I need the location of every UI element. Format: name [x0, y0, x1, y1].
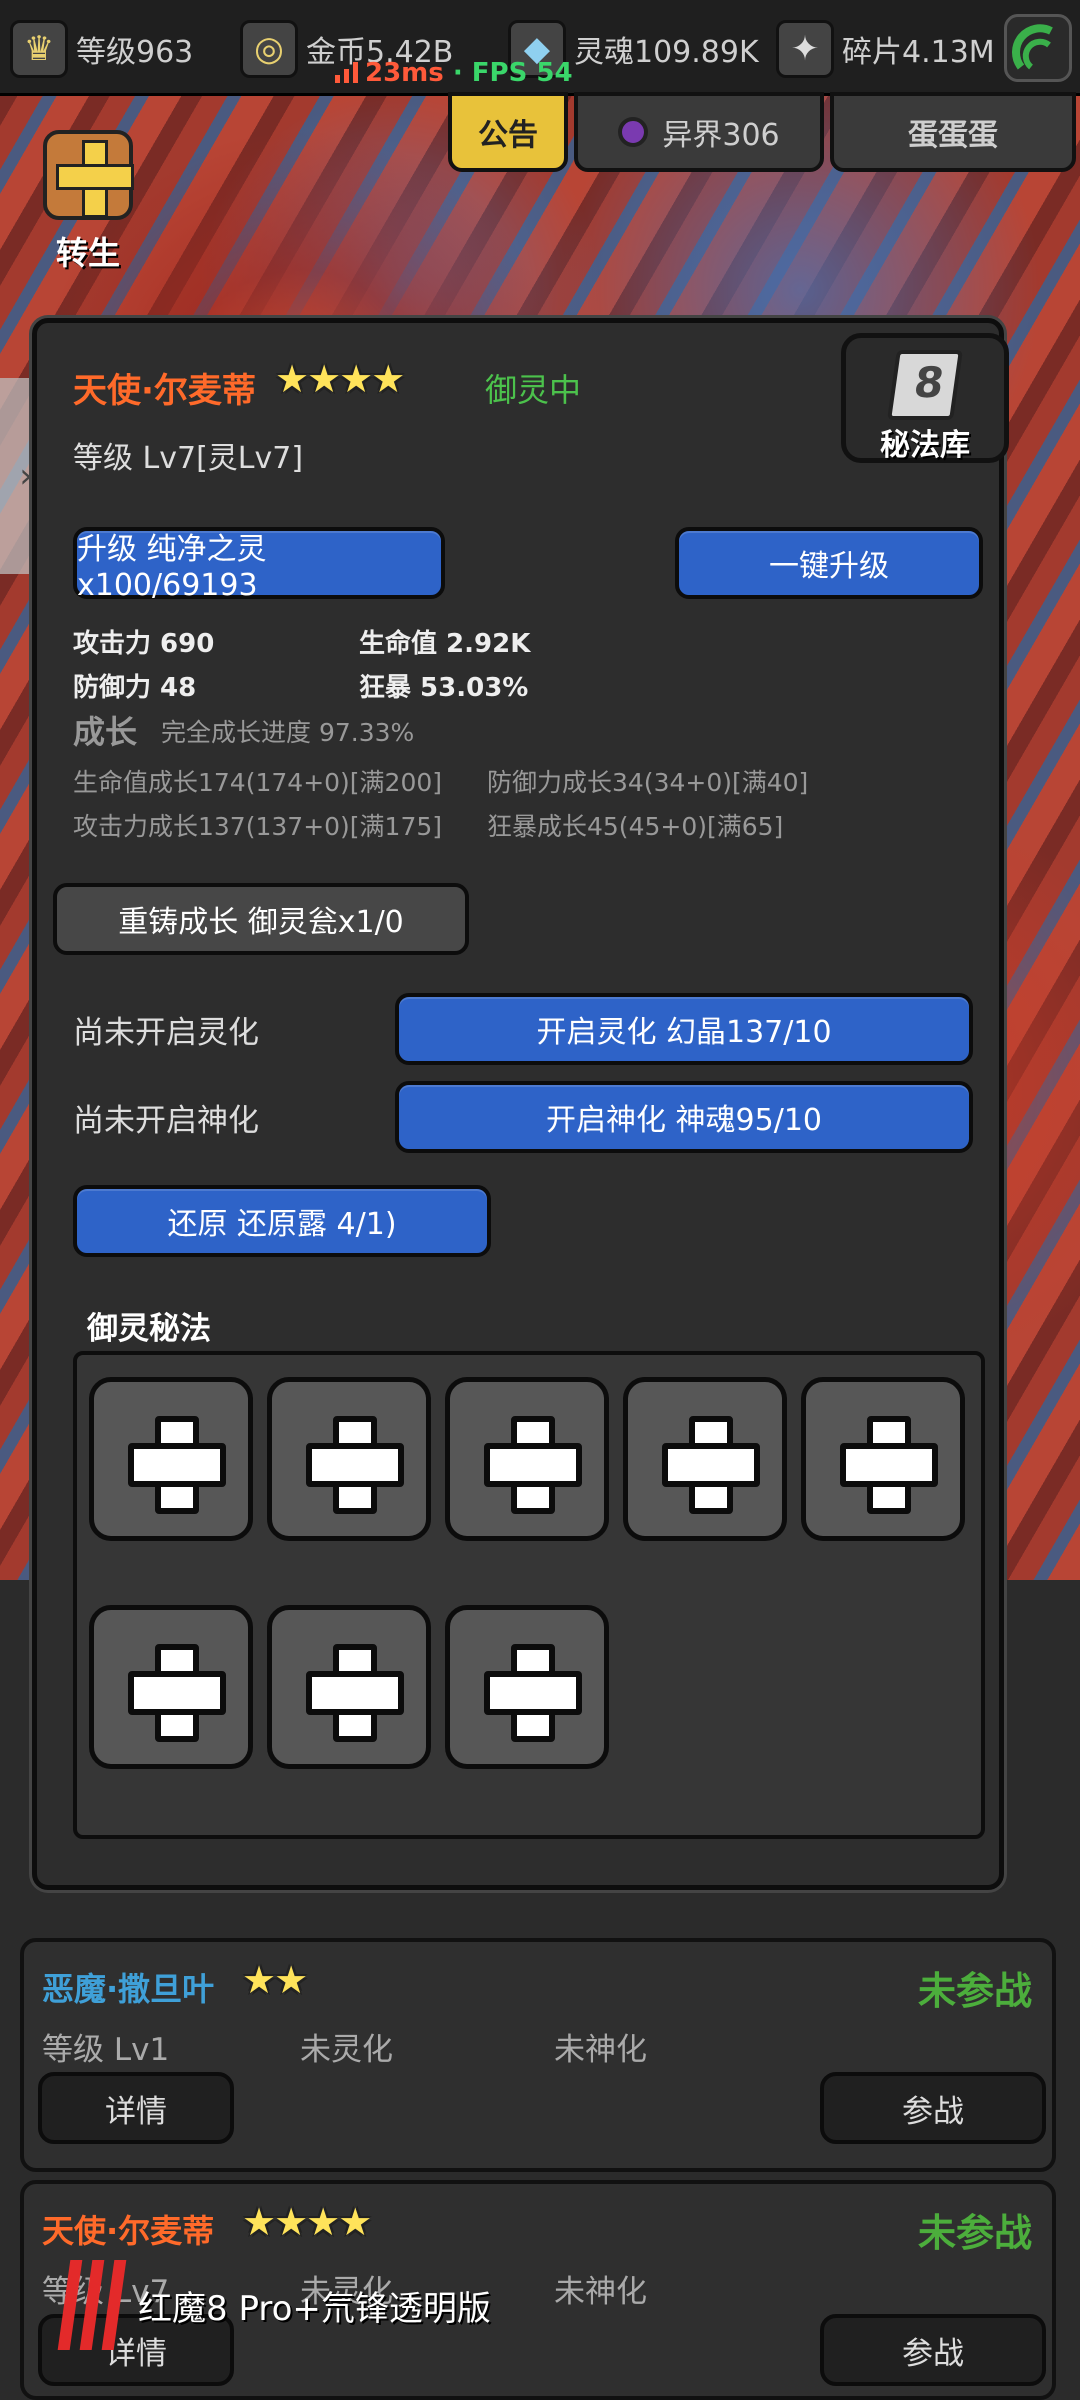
- rebirth-button[interactable]: 转生: [38, 130, 138, 272]
- shard-resource: ✦ 碎片4.13M: [776, 14, 995, 84]
- shard-value: 碎片4.13M: [842, 35, 995, 70]
- star-icon: ★: [274, 1958, 309, 2002]
- tab-egg[interactable]: 蛋蛋蛋: [830, 92, 1076, 172]
- resource-bar: ♛ 等级963 ◎ 金币5.42B ◆ 灵魂109.89K ✦ 碎片4.13M …: [0, 0, 1080, 96]
- rebirth-label: 转生: [55, 234, 120, 272]
- plus-icon: [124, 1412, 226, 1514]
- star-icon: ★: [275, 357, 310, 401]
- card-battle-state: 未参战: [917, 2211, 1032, 2255]
- card-divine-state: 未神化: [554, 2032, 647, 2068]
- coin-icon: ◎: [240, 20, 298, 78]
- spirit-status-label: 尚未开启灵化: [73, 1015, 259, 1051]
- star-icon: ★: [242, 1958, 277, 2002]
- card-join-button[interactable]: 参战: [820, 2072, 1046, 2144]
- hero-detail-panel: 天使·尔麦蒂 ★★★★ 御灵中 秘法库 等级 Lv7[灵Lv7] 升级 纯净之灵…: [32, 318, 1009, 1890]
- star-icon: ★: [307, 357, 342, 401]
- performance-readout: 23ms · FPS 54: [335, 58, 573, 88]
- star-icon: ★: [274, 2200, 309, 2244]
- fps-separator: ·: [452, 58, 463, 88]
- star-icon: ★: [242, 2200, 277, 2244]
- star-icon: ★: [371, 357, 406, 401]
- hero-card: 恶魔·撒旦叶 ★ ★ 未参战 等级 Lv1 未灵化 未神化 详情 参战: [20, 1938, 1056, 2172]
- plus-icon: [480, 1412, 582, 1514]
- stat-defense: 防御力 48: [73, 673, 197, 703]
- plus-icon: [302, 1640, 404, 1742]
- secret-arts-grid: [73, 1351, 985, 1839]
- hero-name: 天使·尔麦蒂: [73, 371, 256, 411]
- stat-hp: 生命值 2.92K: [359, 629, 531, 659]
- card-star-rating: ★ ★ ★ ★: [242, 2200, 373, 2244]
- secret-art-slot[interactable]: [623, 1377, 787, 1541]
- star-icon: ★: [306, 2200, 341, 2244]
- red-magic-logo-icon: [57, 2260, 127, 2350]
- card-divine-state: 未神化: [554, 2274, 647, 2310]
- level-value: 等级963: [76, 35, 194, 70]
- secret-art-slot[interactable]: [445, 1377, 609, 1541]
- otherworld-label: 异界306: [662, 118, 780, 153]
- plus-icon: [658, 1412, 760, 1514]
- secret-art-slot[interactable]: [445, 1605, 609, 1769]
- card-battle-state: 未参战: [917, 1969, 1032, 2013]
- fps-value: FPS 54: [471, 58, 573, 88]
- secret-library-label: 秘法库: [880, 428, 970, 463]
- secret-art-slot[interactable]: [801, 1377, 965, 1541]
- secret-library-button[interactable]: 秘法库: [841, 333, 1009, 463]
- card-hero-name: 天使·尔麦蒂: [42, 2212, 215, 2250]
- shard-icon: ✦: [776, 20, 834, 78]
- secret-art-slot[interactable]: [89, 1377, 253, 1541]
- star-icon: ★: [338, 2200, 373, 2244]
- card-spirit-state: 未灵化: [300, 2032, 393, 2068]
- watermark-text: 红魔8 Pro+氘锋透明版: [138, 2288, 491, 2329]
- hp-growth: 生命值成长174(174+0)[满200]: [73, 768, 443, 797]
- divine-status-label: 尚未开启神化: [73, 1103, 259, 1139]
- card-level: 等级 Lv1: [42, 2032, 170, 2068]
- one-key-upgrade-button[interactable]: 一键升级: [675, 527, 983, 599]
- book-icon: [887, 350, 963, 420]
- signal-icon: [335, 62, 358, 83]
- latency-value: 23ms: [365, 58, 444, 88]
- card-star-rating: ★ ★: [242, 1958, 309, 2002]
- def-growth: 防御力成长34(34+0)[满40]: [487, 768, 809, 797]
- secret-art-slot[interactable]: [267, 1377, 431, 1541]
- vortex-icon: [618, 117, 649, 147]
- crown-icon: ♛: [10, 20, 68, 78]
- atk-growth: 攻击力成长137(137+0)[满175]: [73, 812, 443, 841]
- card-join-button[interactable]: 参战: [820, 2314, 1046, 2386]
- plus-icon: [124, 1640, 226, 1742]
- reforge-growth-button[interactable]: 重铸成长 御灵瓮x1/0: [53, 883, 469, 955]
- hero-level: 等级 Lv7[灵Lv7]: [73, 441, 304, 476]
- tab-notice[interactable]: 公告: [448, 92, 568, 172]
- stat-attack: 攻击力 690: [73, 629, 215, 659]
- device-watermark: 红魔8 Pro+氘锋透明版: [57, 2260, 491, 2350]
- hero-status: 御灵中: [485, 371, 582, 409]
- plus-icon: [836, 1412, 938, 1514]
- gauge-menu-button[interactable]: [1004, 14, 1072, 82]
- card-hero-name: 恶魔·撒旦叶: [42, 1970, 215, 2008]
- star-icon: ★: [339, 357, 374, 401]
- crit-growth: 狂暴成长45(45+0)[满65]: [487, 812, 784, 841]
- secret-arts-title: 御灵秘法: [87, 1311, 211, 1347]
- hero-star-rating: ★ ★ ★ ★: [275, 357, 406, 401]
- growth-title: 成长: [73, 713, 138, 751]
- card-detail-button[interactable]: 详情: [38, 2072, 234, 2144]
- cross-icon: [43, 130, 134, 220]
- secret-art-slot[interactable]: [267, 1605, 431, 1769]
- growth-progress: 完全成长进度 97.33%: [161, 718, 415, 747]
- restore-button[interactable]: 还原 还原露 4/1): [73, 1185, 491, 1257]
- unlock-spirit-button[interactable]: 开启灵化 幻晶137/10: [395, 993, 973, 1065]
- plus-icon: [302, 1412, 404, 1514]
- unlock-divine-button[interactable]: 开启神化 神魂95/10: [395, 1081, 973, 1153]
- soul-value: 灵魂109.89K: [574, 35, 759, 70]
- tab-otherworld[interactable]: 异界306: [574, 92, 824, 172]
- stat-crit: 狂暴 53.03%: [359, 673, 529, 703]
- secret-art-slot[interactable]: [89, 1605, 253, 1769]
- level-resource: ♛ 等级963: [10, 14, 193, 84]
- upgrade-button[interactable]: 升级 纯净之灵x100/69193: [73, 527, 445, 603]
- plus-icon: [480, 1640, 582, 1742]
- gauge-icon: [1012, 24, 1053, 70]
